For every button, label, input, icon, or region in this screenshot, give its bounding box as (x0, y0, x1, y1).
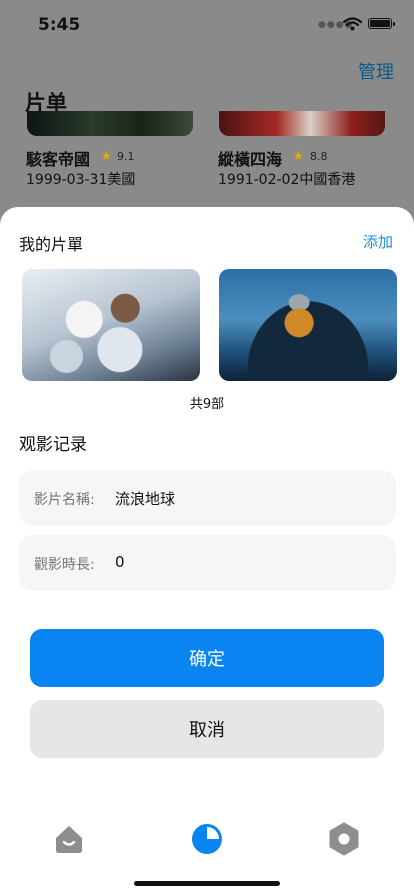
movie-rating: 9.1 (117, 150, 135, 163)
confirm-button[interactable]: 确定 (30, 629, 384, 687)
wifi-icon (342, 16, 363, 35)
movie-name-field[interactable]: 影片名稱: 流浪地球 (19, 470, 396, 526)
cancel-button[interactable]: 取消 (30, 700, 384, 758)
star-icon: ★ (293, 149, 304, 163)
movie-poster[interactable] (27, 111, 193, 136)
add-button[interactable]: 添加 (363, 231, 393, 252)
pie-chart-icon[interactable] (190, 822, 224, 856)
movie-meta: 1991-02-02中國香港 (218, 172, 356, 188)
home-indicator (134, 881, 280, 886)
movie-poster[interactable] (219, 269, 397, 381)
movie-rating: 8.8 (310, 150, 328, 163)
manage-button[interactable]: 管理 (358, 58, 394, 84)
list-count: 共9部 (189, 397, 225, 412)
movie-meta: 1999-03-31美國 (26, 172, 136, 188)
settings-icon[interactable] (327, 822, 361, 856)
movie-title: 駭客帝國 (26, 150, 91, 169)
my-list-title: 我的片單 (19, 235, 84, 254)
star-icon: ★ (101, 149, 112, 163)
status-time: 5:45 (38, 15, 81, 35)
field-label: 影片名稱: (34, 492, 95, 508)
field-label: 觀影時長: (34, 557, 95, 573)
battery-icon (368, 18, 395, 29)
home-icon[interactable] (52, 822, 86, 856)
record-title: 观影记录 (19, 435, 87, 455)
field-value[interactable]: 流浪地球 (115, 488, 175, 509)
watch-duration-field[interactable]: 觀影時長: 0 (19, 535, 396, 591)
movie-poster[interactable] (219, 111, 385, 136)
field-value[interactable]: 0 (115, 553, 125, 571)
movie-poster[interactable] (22, 269, 200, 381)
movie-title: 縱橫四海 (218, 150, 283, 169)
